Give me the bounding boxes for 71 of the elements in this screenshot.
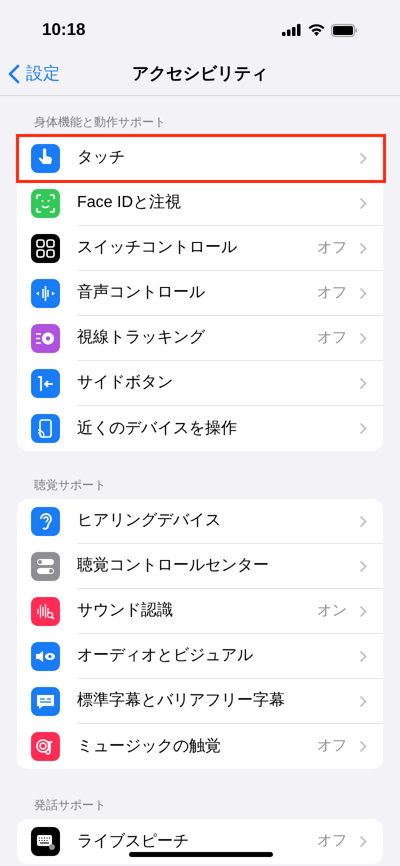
row-label: ライブスピーチ [77,832,190,852]
settings-row[interactable]: ヒアリングデバイス [17,499,383,544]
row-value: オフ [317,831,347,852]
settings-row[interactable]: 聴覚コントロールセンター [17,544,383,589]
keyboard-icon [31,827,60,856]
row-label: サウンド認識 [77,600,174,621]
row-label: 視線トラッキング [77,328,206,348]
battery-icon [331,24,358,36]
waveform-icon [31,279,60,308]
row-label: 近くのデバイスを操作 [77,418,238,438]
row-value: オフ [317,238,347,258]
settings-row[interactable]: タッチ [17,136,383,181]
row-label: スイッチコントロール [77,238,238,258]
chevron-icon [359,286,367,300]
ear-icon [31,507,60,536]
hand-icon [31,144,60,173]
row-value: オフ [317,328,347,348]
settings-row[interactable]: 音声コントロール オフ [17,271,383,316]
row-value: オフ [317,736,347,756]
settings-row[interactable]: スイッチコントロール オフ [17,226,383,271]
settings-row[interactable]: 近くのデバイスを操作 [17,406,383,451]
section-header: 発話サポート [33,797,107,814]
chevron-icon [359,560,367,572]
settings-row[interactable]: Face IDと注視 [17,181,383,226]
chevron-icon [359,514,367,528]
section-header: 聴覚サポート [33,477,107,494]
row-label: 音声コントロール [77,282,206,303]
settings-row[interactable]: 標準字幕とバリアフリー字幕 [17,679,383,724]
face-frame-icon [31,189,60,218]
toggles-icon [31,552,60,581]
settings-row[interactable]: オーディオとビジュアル [17,634,383,679]
row-label: 聴覚コントロールセンター [77,556,270,576]
chevron-icon [359,604,367,618]
page-title: アクセシビリティ [132,62,268,85]
sound-search-icon [31,597,60,626]
eye-target-icon [31,324,60,353]
row-label: サイドボタン [77,373,174,393]
grid-icon [31,234,60,263]
status-time: 10:18 [42,19,86,42]
signal-icon [282,24,302,36]
section-header: 身体機能と動作サポート [33,114,167,131]
back-button[interactable]: 設定 [8,60,60,86]
chevron-icon [359,835,367,848]
row-label: オーディオとビジュアル [77,646,254,666]
row-label: タッチ [77,148,126,168]
speech-bubble-icon [31,687,60,716]
chevron-icon [359,650,367,662]
chevron-icon [359,152,367,164]
chevron-icon [359,694,367,708]
wifi-icon [308,24,325,36]
settings-row[interactable]: サイドボタン [17,361,383,406]
music-vibration-icon [31,732,60,761]
side-button-icon [31,369,60,398]
back-chevron-icon [8,64,20,84]
phone-cast-icon [31,414,60,443]
chevron-icon [359,376,367,390]
row-value: オン [317,600,347,621]
chevron-icon [359,196,367,210]
settings-row[interactable]: ミュージックの触覚 オフ [17,724,383,769]
row-label: ミュージックの触覚 [77,736,222,756]
chevron-icon [359,332,367,344]
settings-row[interactable]: 視線トラッキング オフ [17,316,383,361]
settings-row[interactable]: サウンド認識 オン [17,589,383,634]
row-value: オフ [317,282,347,303]
chevron-icon [359,242,367,254]
speaker-eye-icon [31,642,60,671]
chevron-icon [359,422,367,435]
chevron-icon [359,740,367,753]
row-label: Face IDと注視 [77,192,182,213]
row-label: ヒアリングデバイス [77,511,222,531]
row-label: 標準字幕とバリアフリー字幕 [77,690,286,711]
